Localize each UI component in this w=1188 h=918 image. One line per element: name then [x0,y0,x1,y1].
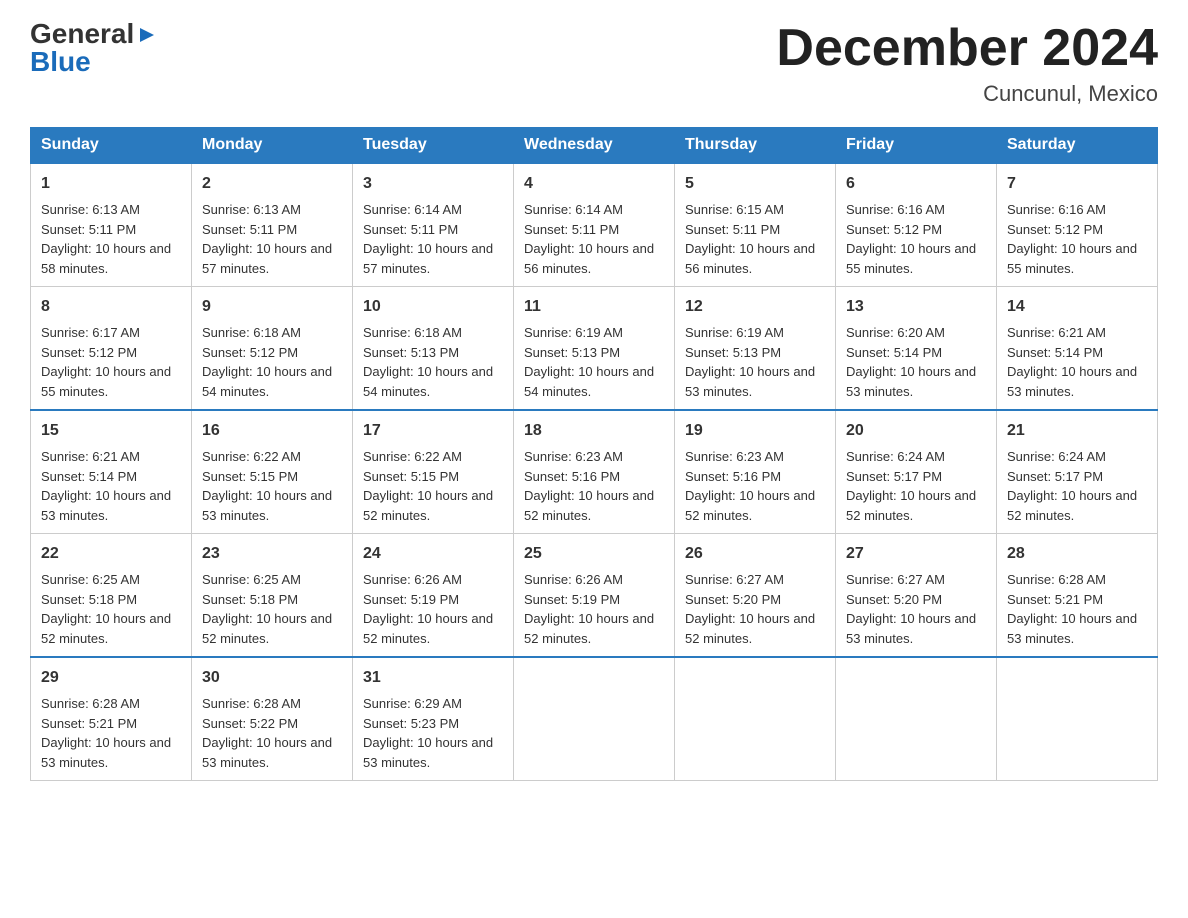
calendar-cell: 28Sunrise: 6:28 AMSunset: 5:21 PMDayligh… [997,534,1158,658]
calendar-subtitle: Cuncunul, Mexico [776,81,1158,107]
logo-triangle-icon [136,24,158,46]
day-number: 15 [41,419,181,443]
day-number: 27 [846,542,986,566]
calendar-cell: 15Sunrise: 6:21 AMSunset: 5:14 PMDayligh… [31,410,192,534]
calendar-cell: 5Sunrise: 6:15 AMSunset: 5:11 PMDaylight… [675,163,836,287]
calendar-cell: 14Sunrise: 6:21 AMSunset: 5:14 PMDayligh… [997,287,1158,411]
calendar-cell: 27Sunrise: 6:27 AMSunset: 5:20 PMDayligh… [836,534,997,658]
calendar-cell [514,657,675,781]
day-header-thursday: Thursday [675,128,836,164]
day-number: 26 [685,542,825,566]
calendar-table: SundayMondayTuesdayWednesdayThursdayFrid… [30,127,1158,781]
day-number: 8 [41,295,181,319]
calendar-cell: 25Sunrise: 6:26 AMSunset: 5:19 PMDayligh… [514,534,675,658]
calendar-cell: 4Sunrise: 6:14 AMSunset: 5:11 PMDaylight… [514,163,675,287]
day-number: 1 [41,172,181,196]
calendar-cell: 19Sunrise: 6:23 AMSunset: 5:16 PMDayligh… [675,410,836,534]
day-number: 9 [202,295,342,319]
day-number: 16 [202,419,342,443]
day-number: 21 [1007,419,1147,443]
day-number: 19 [685,419,825,443]
calendar-week-row: 22Sunrise: 6:25 AMSunset: 5:18 PMDayligh… [31,534,1158,658]
logo: General Blue [30,20,158,76]
day-number: 4 [524,172,664,196]
day-number: 14 [1007,295,1147,319]
day-number: 28 [1007,542,1147,566]
day-header-wednesday: Wednesday [514,128,675,164]
day-number: 13 [846,295,986,319]
calendar-cell: 31Sunrise: 6:29 AMSunset: 5:23 PMDayligh… [353,657,514,781]
day-number: 5 [685,172,825,196]
calendar-cell: 10Sunrise: 6:18 AMSunset: 5:13 PMDayligh… [353,287,514,411]
day-header-sunday: Sunday [31,128,192,164]
calendar-header-row: SundayMondayTuesdayWednesdayThursdayFrid… [31,128,1158,164]
day-number: 12 [685,295,825,319]
calendar-cell [836,657,997,781]
calendar-cell: 26Sunrise: 6:27 AMSunset: 5:20 PMDayligh… [675,534,836,658]
calendar-cell: 7Sunrise: 6:16 AMSunset: 5:12 PMDaylight… [997,163,1158,287]
calendar-cell: 23Sunrise: 6:25 AMSunset: 5:18 PMDayligh… [192,534,353,658]
calendar-week-row: 15Sunrise: 6:21 AMSunset: 5:14 PMDayligh… [31,410,1158,534]
calendar-cell: 30Sunrise: 6:28 AMSunset: 5:22 PMDayligh… [192,657,353,781]
day-number: 31 [363,666,503,690]
calendar-cell: 8Sunrise: 6:17 AMSunset: 5:12 PMDaylight… [31,287,192,411]
calendar-cell: 12Sunrise: 6:19 AMSunset: 5:13 PMDayligh… [675,287,836,411]
day-number: 30 [202,666,342,690]
calendar-cell: 22Sunrise: 6:25 AMSunset: 5:18 PMDayligh… [31,534,192,658]
calendar-cell: 20Sunrise: 6:24 AMSunset: 5:17 PMDayligh… [836,410,997,534]
calendar-cell [997,657,1158,781]
calendar-cell: 24Sunrise: 6:26 AMSunset: 5:19 PMDayligh… [353,534,514,658]
day-header-saturday: Saturday [997,128,1158,164]
calendar-cell: 1Sunrise: 6:13 AMSunset: 5:11 PMDaylight… [31,163,192,287]
calendar-week-row: 8Sunrise: 6:17 AMSunset: 5:12 PMDaylight… [31,287,1158,411]
day-number: 3 [363,172,503,196]
header: General Blue December 2024 Cuncunul, Mex… [30,20,1158,107]
calendar-week-row: 1Sunrise: 6:13 AMSunset: 5:11 PMDaylight… [31,163,1158,287]
calendar-week-row: 29Sunrise: 6:28 AMSunset: 5:21 PMDayligh… [31,657,1158,781]
day-number: 25 [524,542,664,566]
day-number: 11 [524,295,664,319]
calendar-cell: 6Sunrise: 6:16 AMSunset: 5:12 PMDaylight… [836,163,997,287]
calendar-cell: 11Sunrise: 6:19 AMSunset: 5:13 PMDayligh… [514,287,675,411]
day-number: 10 [363,295,503,319]
calendar-title: December 2024 [776,20,1158,77]
day-number: 18 [524,419,664,443]
calendar-cell: 17Sunrise: 6:22 AMSunset: 5:15 PMDayligh… [353,410,514,534]
day-header-tuesday: Tuesday [353,128,514,164]
day-number: 23 [202,542,342,566]
title-block: December 2024 Cuncunul, Mexico [776,20,1158,107]
calendar-cell: 16Sunrise: 6:22 AMSunset: 5:15 PMDayligh… [192,410,353,534]
logo-blue-text: Blue [30,48,91,76]
calendar-cell [675,657,836,781]
day-header-monday: Monday [192,128,353,164]
day-number: 22 [41,542,181,566]
calendar-cell: 29Sunrise: 6:28 AMSunset: 5:21 PMDayligh… [31,657,192,781]
day-number: 7 [1007,172,1147,196]
day-number: 29 [41,666,181,690]
calendar-cell: 2Sunrise: 6:13 AMSunset: 5:11 PMDaylight… [192,163,353,287]
day-number: 2 [202,172,342,196]
day-number: 20 [846,419,986,443]
calendar-cell: 21Sunrise: 6:24 AMSunset: 5:17 PMDayligh… [997,410,1158,534]
calendar-cell: 3Sunrise: 6:14 AMSunset: 5:11 PMDaylight… [353,163,514,287]
day-header-friday: Friday [836,128,997,164]
calendar-cell: 13Sunrise: 6:20 AMSunset: 5:14 PMDayligh… [836,287,997,411]
calendar-cell: 9Sunrise: 6:18 AMSunset: 5:12 PMDaylight… [192,287,353,411]
day-number: 24 [363,542,503,566]
logo-general-text: General [30,20,134,48]
calendar-cell: 18Sunrise: 6:23 AMSunset: 5:16 PMDayligh… [514,410,675,534]
day-number: 17 [363,419,503,443]
day-number: 6 [846,172,986,196]
